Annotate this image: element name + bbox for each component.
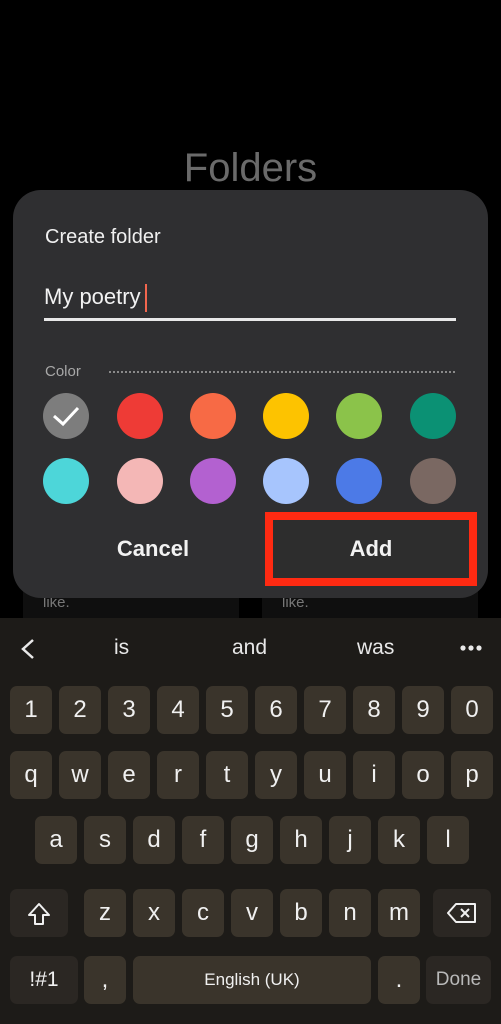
chevron-left-icon[interactable] xyxy=(20,638,36,660)
cancel-button[interactable]: Cancel xyxy=(73,520,233,578)
key-z[interactable]: z xyxy=(84,889,126,937)
divider xyxy=(109,371,455,373)
key-v[interactable]: v xyxy=(231,889,273,937)
key-s[interactable]: s xyxy=(84,816,126,864)
color-swatch-pink[interactable] xyxy=(117,458,163,504)
key-h[interactable]: h xyxy=(280,816,322,864)
key-a[interactable]: a xyxy=(35,816,77,864)
key-x[interactable]: x xyxy=(133,889,175,937)
check-icon xyxy=(53,406,80,427)
key-m[interactable]: m xyxy=(378,889,420,937)
done-key[interactable]: Done xyxy=(426,956,491,1004)
color-swatch-yellow[interactable] xyxy=(263,393,309,439)
key-y[interactable]: y xyxy=(255,751,297,799)
dialog-title: Create folder xyxy=(45,226,161,248)
color-swatch-brown[interactable] xyxy=(410,458,456,504)
key-u[interactable]: u xyxy=(304,751,346,799)
key-p[interactable]: p xyxy=(451,751,493,799)
key-n[interactable]: n xyxy=(329,889,371,937)
shift-icon xyxy=(28,903,50,925)
key-g[interactable]: g xyxy=(231,816,273,864)
suggestion-item[interactable]: is xyxy=(114,636,129,660)
color-swatch-light-blue[interactable] xyxy=(263,458,309,504)
key-w[interactable]: w xyxy=(59,751,101,799)
backspace-key[interactable] xyxy=(433,889,491,937)
color-swatch-gray-selected[interactable] xyxy=(43,393,89,439)
key-f[interactable]: f xyxy=(182,816,224,864)
period-key[interactable]: . xyxy=(378,956,420,1004)
color-swatch-orange[interactable] xyxy=(190,393,236,439)
key-l[interactable]: l xyxy=(427,816,469,864)
key-d[interactable]: d xyxy=(133,816,175,864)
key-i[interactable]: i xyxy=(353,751,395,799)
suggestion-item[interactable]: was xyxy=(357,636,394,660)
key-7[interactable]: 7 xyxy=(304,686,346,734)
symbols-key[interactable]: !#1 xyxy=(10,956,78,1004)
key-k[interactable]: k xyxy=(378,816,420,864)
shift-key[interactable] xyxy=(10,889,68,937)
color-swatch-red[interactable] xyxy=(117,393,163,439)
color-swatch-cyan[interactable] xyxy=(43,458,89,504)
suggestion-bar: is and was xyxy=(0,618,501,678)
backspace-icon xyxy=(447,903,476,923)
color-swatch-blue[interactable] xyxy=(336,458,382,504)
key-r[interactable]: r xyxy=(157,751,199,799)
key-6[interactable]: 6 xyxy=(255,686,297,734)
key-e[interactable]: e xyxy=(108,751,150,799)
key-0[interactable]: 0 xyxy=(451,686,493,734)
key-8[interactable]: 8 xyxy=(353,686,395,734)
key-c[interactable]: c xyxy=(182,889,224,937)
suggestion-item[interactable]: and xyxy=(232,636,267,660)
keyboard: is and was 1 2 3 4 5 6 7 8 9 0 q w e r t… xyxy=(0,618,501,1024)
background-title: Folders xyxy=(183,146,318,190)
more-icon[interactable] xyxy=(460,645,482,651)
key-3[interactable]: 3 xyxy=(108,686,150,734)
color-swatch-green[interactable] xyxy=(336,393,382,439)
key-q[interactable]: q xyxy=(10,751,52,799)
key-4[interactable]: 4 xyxy=(157,686,199,734)
key-b[interactable]: b xyxy=(280,889,322,937)
create-folder-dialog: Create folder My poetry Color Cancel Add xyxy=(13,190,488,598)
color-swatch-teal[interactable] xyxy=(410,393,456,439)
key-o[interactable]: o xyxy=(402,751,444,799)
key-j[interactable]: j xyxy=(329,816,371,864)
add-button[interactable]: Add xyxy=(265,512,477,586)
comma-key[interactable]: , xyxy=(84,956,126,1004)
space-key[interactable]: English (UK) xyxy=(133,956,371,1004)
folder-name-value: My poetry xyxy=(44,284,141,309)
key-1[interactable]: 1 xyxy=(10,686,52,734)
text-caret xyxy=(144,284,147,313)
key-2[interactable]: 2 xyxy=(59,686,101,734)
key-t[interactable]: t xyxy=(206,751,248,799)
color-swatch-purple[interactable] xyxy=(190,458,236,504)
color-label: Color xyxy=(45,363,81,380)
folder-name-input[interactable]: My poetry xyxy=(44,278,456,321)
key-9[interactable]: 9 xyxy=(402,686,444,734)
key-5[interactable]: 5 xyxy=(206,686,248,734)
